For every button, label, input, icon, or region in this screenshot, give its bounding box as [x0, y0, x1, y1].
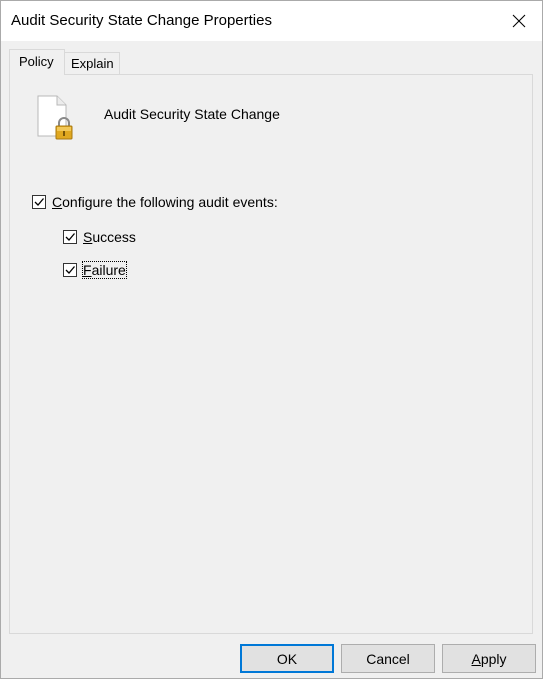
window-title: Audit Security State Change Properties	[11, 12, 272, 29]
policy-tab-panel: Audit Security State Change Configure th…	[9, 74, 533, 634]
checkmark-icon	[34, 198, 44, 206]
title-bar: Audit Security State Change Properties	[1, 1, 542, 41]
cancel-button[interactable]: Cancel	[341, 644, 435, 673]
tab-policy[interactable]: Policy	[9, 49, 65, 75]
configure-audit-events-checkbox[interactable]	[32, 195, 46, 209]
checkmark-icon	[65, 233, 75, 241]
apply-label-rest: pply	[480, 650, 507, 667]
checkmark-icon	[65, 266, 75, 274]
apply-button[interactable]: Apply	[442, 644, 536, 673]
failure-row[interactable]: Failure	[63, 261, 127, 279]
success-checkbox[interactable]	[63, 230, 77, 244]
tab-explain[interactable]: Explain	[64, 52, 120, 75]
success-row[interactable]: Success	[63, 229, 136, 245]
configure-audit-events-row[interactable]: Configure the following audit events:	[32, 194, 278, 210]
ok-button[interactable]: OK	[240, 644, 334, 673]
tab-explain-label: Explain	[71, 56, 114, 71]
locked-document-icon	[37, 95, 73, 140]
apply-accel: A	[471, 650, 481, 667]
close-button[interactable]	[496, 1, 542, 41]
tab-policy-label: Policy	[19, 54, 54, 69]
properties-dialog: Audit Security State Change Properties P…	[0, 0, 543, 679]
close-icon	[512, 14, 526, 28]
configure-audit-events-label: Configure the following audit events:	[52, 194, 278, 210]
policy-name: Audit Security State Change	[104, 106, 280, 122]
failure-checkbox[interactable]	[63, 263, 77, 277]
success-label: Success	[83, 229, 136, 245]
failure-label: Failure	[82, 261, 127, 279]
